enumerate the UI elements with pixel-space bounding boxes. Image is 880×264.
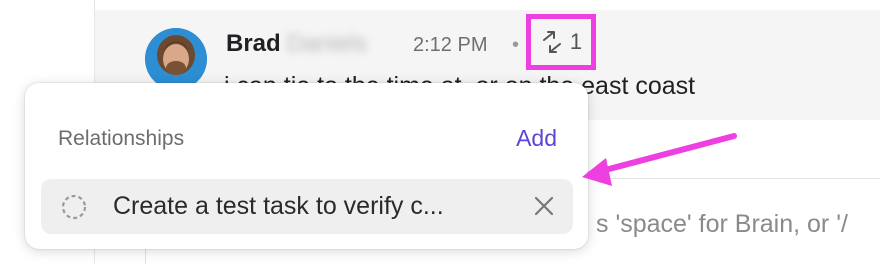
relationships-indicator[interactable]: 1 (526, 14, 596, 70)
add-relationship-button[interactable]: Add (516, 125, 557, 152)
popover-title: Relationships (58, 127, 185, 150)
meta-separator: • (512, 34, 520, 56)
relationship-count: 1 (569, 29, 583, 54)
avatar[interactable] (145, 28, 207, 90)
related-task-title[interactable]: Create a test task to verify c... (113, 192, 444, 221)
task-status-icon[interactable] (60, 193, 88, 221)
message-timestamp[interactable]: 2:12 PM (413, 34, 487, 57)
relationship-arrows-icon (542, 31, 561, 53)
sender-name[interactable]: Brad (226, 30, 281, 58)
avatar-image (145, 28, 207, 90)
annotation-arrow (582, 133, 737, 186)
close-icon[interactable] (530, 192, 558, 220)
relationships-popover: Relationships Add Create a test task to … (25, 83, 588, 249)
sender-last-name-blurred: Daniels (287, 30, 368, 57)
related-task-row[interactable]: Create a test task to verify c... (41, 179, 573, 234)
composer-placeholder[interactable]: s 'space' for Brain, or '/ (596, 210, 848, 239)
